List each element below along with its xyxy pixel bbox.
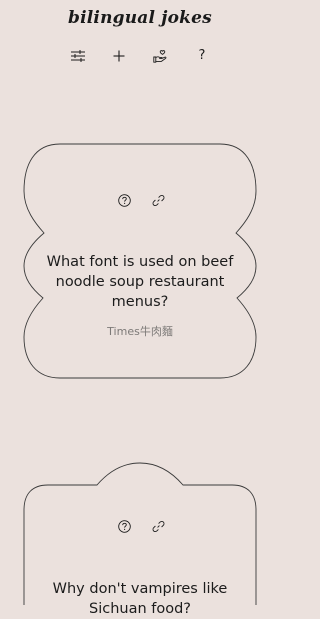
explain-button[interactable] bbox=[116, 193, 132, 209]
share-link-button[interactable] bbox=[150, 519, 166, 535]
settings-button[interactable] bbox=[68, 46, 88, 66]
donate-button[interactable] bbox=[150, 46, 170, 66]
joke-question: What font is used on beef noodle soup re… bbox=[46, 254, 234, 310]
share-link-button[interactable] bbox=[150, 193, 166, 209]
plus-icon bbox=[113, 50, 125, 62]
help-button[interactable]: ? bbox=[192, 46, 212, 66]
question-circle-icon bbox=[117, 518, 131, 537]
joke-question: Why don't vampires like Sichuan food? bbox=[52, 581, 228, 617]
toolbar: ? bbox=[0, 46, 280, 66]
joke-card: Why don't vampires like Sichuan food? bbox=[0, 462, 280, 617]
joke-answer: Times牛肉麵 bbox=[107, 325, 173, 338]
sliders-icon bbox=[71, 50, 85, 62]
joke-card: What font is used on beef noodle soup re… bbox=[0, 143, 280, 379]
question-circle-icon bbox=[117, 192, 131, 211]
explain-button[interactable] bbox=[116, 519, 132, 535]
question-icon: ? bbox=[198, 48, 206, 63]
add-joke-button[interactable] bbox=[109, 46, 129, 66]
card-actions bbox=[0, 519, 280, 535]
link-icon bbox=[152, 192, 165, 211]
card-actions bbox=[0, 193, 280, 209]
hand-heart-icon bbox=[153, 49, 167, 63]
app-title: bilingual jokes bbox=[68, 8, 212, 28]
link-icon bbox=[152, 518, 165, 537]
